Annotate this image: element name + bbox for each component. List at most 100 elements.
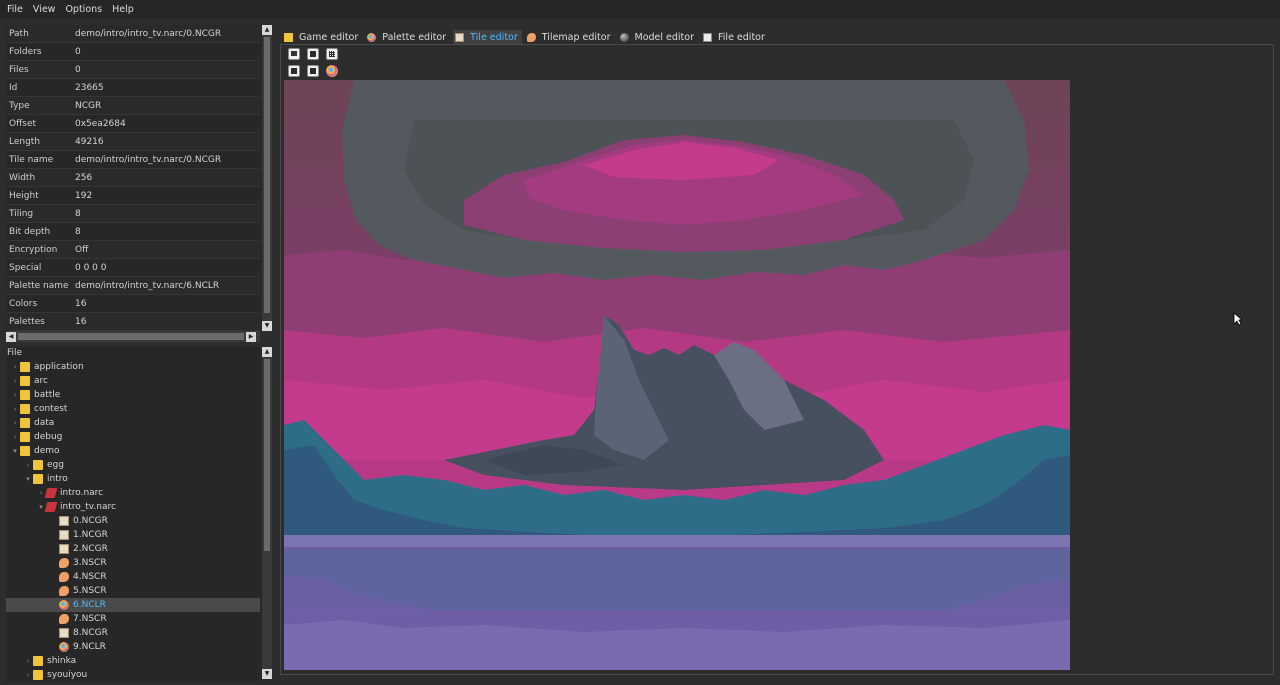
grid-icon xyxy=(329,51,335,57)
folder-icon xyxy=(20,418,30,428)
tree-item-syouiyou[interactable]: › syouiyou xyxy=(6,668,260,681)
tree-item-6-nclr[interactable]: 6.NCLR xyxy=(6,598,260,612)
tab-palette-editor[interactable]: Palette editor xyxy=(365,30,450,45)
tree-item-shinka[interactable]: › shinka xyxy=(6,654,260,668)
tree-item-label: 6.NCLR xyxy=(73,600,106,610)
scroll-left-arrow-icon[interactable]: ◀ xyxy=(6,332,16,342)
menu-file[interactable]: File xyxy=(2,4,28,15)
scrollbar-thumb[interactable] xyxy=(264,37,270,313)
toggle-grid-button[interactable] xyxy=(326,48,338,60)
palette-button[interactable] xyxy=(326,65,338,77)
properties-horizontal-scrollbar[interactable]: ◀ ▶ xyxy=(6,331,260,342)
property-value: 256 xyxy=(75,172,93,183)
menu-options[interactable]: Options xyxy=(60,4,107,15)
import-image-button[interactable] xyxy=(288,48,300,60)
chevron-down-icon[interactable]: ▾ xyxy=(23,475,33,483)
tab-tile-editor[interactable]: Tile editor xyxy=(453,30,522,45)
chevron-right-icon[interactable]: › xyxy=(10,405,20,413)
tile-icon xyxy=(455,33,465,42)
tree-item-1-ncgr[interactable]: 1.NCGR xyxy=(6,528,260,542)
tree-item-arc[interactable]: › arc xyxy=(6,374,260,388)
chevron-right-icon[interactable]: › xyxy=(10,377,20,385)
folder-icon xyxy=(33,656,43,666)
property-row: Offset 0x5ea2684 xyxy=(6,115,260,133)
tree-item-0-ncgr[interactable]: 0.NCGR xyxy=(6,514,260,528)
property-value: 0 xyxy=(75,64,81,75)
tab-model-editor[interactable]: Model editor xyxy=(618,30,699,45)
tab-tilemap-editor[interactable]: Tilemap editor xyxy=(525,30,615,45)
scroll-down-arrow-icon[interactable]: ▼ xyxy=(262,321,272,331)
mouse-cursor-icon xyxy=(1233,312,1243,326)
scrollbar-thumb[interactable] xyxy=(264,359,270,551)
scroll-up-arrow-icon[interactable]: ▲ xyxy=(262,347,272,357)
tree-item-intro-tv-narc[interactable]: ▾ intro_tv.narc xyxy=(6,500,260,514)
scroll-up-arrow-icon[interactable]: ▲ xyxy=(262,25,272,35)
tree-item-2-ncgr[interactable]: 2.NCGR xyxy=(6,542,260,556)
tree-item-label: 8.NCGR xyxy=(73,628,108,638)
property-value: 49216 xyxy=(75,136,104,147)
chevron-right-icon[interactable]: › xyxy=(23,657,33,665)
property-value: 0 0 0 0 xyxy=(75,262,107,273)
chevron-right-icon[interactable]: › xyxy=(23,461,33,469)
tab-label: Game editor xyxy=(299,32,359,43)
tree-item-9-nclr[interactable]: 9.NCLR xyxy=(6,640,260,654)
tree-item-label: 4.NSCR xyxy=(73,572,107,582)
tree-item-label: application xyxy=(34,362,84,372)
export-image-button[interactable] xyxy=(307,48,319,60)
tree-item-label: battle xyxy=(34,390,61,400)
tree-item-label: intro.narc xyxy=(60,488,104,498)
menu-help[interactable]: Help xyxy=(107,4,139,15)
chevron-right-icon[interactable]: › xyxy=(10,391,20,399)
tree-item-application[interactable]: › application xyxy=(6,360,260,374)
scrollbar-thumb[interactable] xyxy=(18,333,244,340)
palette-icon xyxy=(59,600,69,610)
tree-item-5-nscr[interactable]: 5.NSCR xyxy=(6,584,260,598)
tab-label: Model editor xyxy=(634,32,695,43)
property-value: 8 xyxy=(75,208,81,219)
tree-item-label: 5.NSCR xyxy=(73,586,107,596)
property-row: Length 49216 xyxy=(6,133,260,151)
tree-item-8-ncgr[interactable]: 8.NCGR xyxy=(6,626,260,640)
chevron-right-icon[interactable]: › xyxy=(10,363,20,371)
tree-item-label: 3.NSCR xyxy=(73,558,107,568)
tree-item-debug[interactable]: › debug xyxy=(6,430,260,444)
chevron-right-icon[interactable]: › xyxy=(10,433,20,441)
tree-item-4-nscr[interactable]: 4.NSCR xyxy=(6,570,260,584)
scroll-right-arrow-icon[interactable]: ▶ xyxy=(246,332,256,342)
tree-item-label: demo xyxy=(34,446,60,456)
folder-icon xyxy=(284,33,293,42)
tree-item-contest[interactable]: › contest xyxy=(6,402,260,416)
tile-graphic-icon xyxy=(59,544,69,554)
import-tiles-button[interactable] xyxy=(288,65,300,77)
tile-graphic-icon xyxy=(59,530,69,540)
tab-file-editor[interactable]: File editor xyxy=(701,30,769,45)
chevron-right-icon[interactable]: › xyxy=(23,671,33,679)
tile-canvas[interactable] xyxy=(284,80,1070,670)
properties-vertical-scrollbar[interactable]: ▲ ▼ xyxy=(261,25,272,331)
menu-view[interactable]: View xyxy=(28,4,61,15)
property-value: demo/intro/intro_tv.narc/0.NCGR xyxy=(75,28,222,39)
property-key: Offset xyxy=(9,118,37,129)
tree-item-label: shinka xyxy=(47,656,77,666)
folder-icon xyxy=(20,390,30,400)
import-tiles-icon xyxy=(291,68,297,74)
tree-item-intro-narc[interactable]: › intro.narc xyxy=(6,486,260,500)
property-value: 8 xyxy=(75,226,81,237)
property-value: 16 xyxy=(75,298,87,309)
tile-graphic-icon xyxy=(59,628,69,638)
tree-item-7-nscr[interactable]: 7.NSCR xyxy=(6,612,260,626)
chevron-down-icon[interactable]: ▾ xyxy=(10,447,20,455)
tree-item-egg[interactable]: › egg xyxy=(6,458,260,472)
export-tiles-button[interactable] xyxy=(307,65,319,77)
tab-game-editor[interactable]: Game editor xyxy=(282,30,362,45)
tree-item-data[interactable]: › data xyxy=(6,416,260,430)
tree-item-intro[interactable]: ▾ intro xyxy=(6,472,260,486)
tree-vertical-scrollbar[interactable]: ▲ ▼ xyxy=(261,347,272,679)
chevron-right-icon[interactable]: › xyxy=(10,419,20,427)
tree-item-battle[interactable]: › battle xyxy=(6,388,260,402)
tree-item-demo[interactable]: ▾ demo xyxy=(6,444,260,458)
property-key: Palette name xyxy=(9,280,69,291)
tree-item-3-nscr[interactable]: 3.NSCR xyxy=(6,556,260,570)
property-key: Encryption xyxy=(9,244,58,255)
scroll-down-arrow-icon[interactable]: ▼ xyxy=(262,669,272,679)
